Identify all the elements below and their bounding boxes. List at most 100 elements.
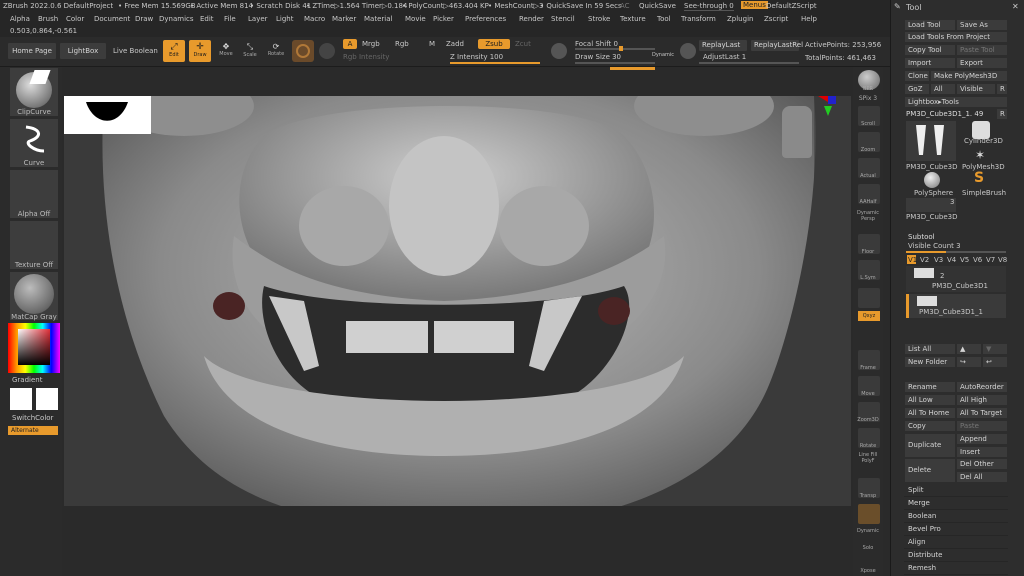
- menu-render[interactable]: Render: [519, 15, 544, 23]
- home-page-button[interactable]: Home Page: [8, 43, 56, 59]
- tool-thumb-pm3d[interactable]: [906, 121, 956, 161]
- clipcurve-brush-tile[interactable]: ClipCurve: [10, 68, 58, 116]
- see-through-slider[interactable]: See-through 0: [684, 2, 734, 10]
- clone-button[interactable]: Clone: [905, 71, 929, 81]
- all-button[interactable]: All: [931, 84, 955, 94]
- r-button[interactable]: R: [997, 84, 1007, 94]
- all-low-button[interactable]: All Low: [905, 395, 955, 405]
- menu-zplugin[interactable]: Zplugin: [727, 15, 753, 23]
- focal-shift-slider[interactable]: Focal Shift 0: [575, 40, 618, 48]
- goz-button[interactable]: GoZ: [905, 84, 929, 94]
- menu-draw[interactable]: Draw: [135, 15, 153, 23]
- quicksave-button[interactable]: QuickSave: [639, 2, 676, 10]
- subtool-row-1[interactable]: 2 PM3D_Cube3D1: [906, 266, 1006, 292]
- del-all-button[interactable]: Del All: [957, 472, 1007, 482]
- tool-thumb-pm3d-2[interactable]: [906, 198, 956, 212]
- dynamic-icon[interactable]: [858, 504, 880, 524]
- lazy-mouse-icon[interactable]: [680, 43, 696, 59]
- subtool-row-2-selected[interactable]: PM3D_Cube3D1_1: [906, 294, 1006, 318]
- all-to-target-button[interactable]: All To Target: [957, 408, 1007, 418]
- default-zscript[interactable]: DefaultZScript: [766, 2, 817, 10]
- insert-button[interactable]: Insert: [957, 447, 1007, 457]
- paste-tool-button[interactable]: Paste Tool: [957, 45, 1007, 55]
- menu-file[interactable]: File: [224, 15, 236, 23]
- switch-color-button[interactable]: SwitchColor: [12, 414, 53, 422]
- menu-alpha[interactable]: Alpha: [10, 15, 30, 23]
- zadd-toggle[interactable]: Zadd: [446, 40, 464, 48]
- export-button[interactable]: Export: [957, 58, 1007, 68]
- delete-button[interactable]: Delete: [905, 459, 955, 482]
- version-v8[interactable]: V8: [998, 256, 1007, 264]
- version-v2[interactable]: V2: [920, 256, 929, 264]
- load-tool-button[interactable]: Load Tool: [905, 20, 955, 30]
- lightbox-button[interactable]: LightBox: [60, 43, 106, 59]
- polymesh-star-icon[interactable]: ✶: [975, 148, 985, 162]
- z-intensity-slider[interactable]: Z Intensity 100: [450, 53, 503, 61]
- new-folder-button[interactable]: New Folder: [905, 357, 955, 367]
- draw-button[interactable]: ✛ Draw: [189, 40, 211, 62]
- material-swatch[interactable]: [292, 40, 314, 62]
- bevel-pro-section[interactable]: Bevel Pro: [904, 524, 1008, 536]
- current-tool-slider[interactable]: PM3D_Cube3D1_1. 49: [906, 110, 983, 118]
- version-v6[interactable]: V6: [973, 256, 982, 264]
- r2-button[interactable]: R: [997, 109, 1007, 119]
- simplebrush-thumb-icon[interactable]: S: [974, 170, 984, 186]
- menu-tool[interactable]: Tool: [657, 15, 671, 23]
- copy-tool-button[interactable]: Copy Tool: [905, 45, 955, 55]
- import-button[interactable]: Import: [905, 58, 955, 68]
- make-polymesh-button[interactable]: Make PolyMesh3D: [931, 71, 1007, 81]
- auto-reorder-button[interactable]: AutoReorder: [957, 382, 1007, 392]
- arrow-right-icon[interactable]: ↪: [957, 357, 981, 367]
- replay-last-rel-button[interactable]: ReplayLastRel: [751, 40, 803, 51]
- menu-zscript[interactable]: Zscript: [764, 15, 788, 23]
- menu-preferences[interactable]: Preferences: [465, 15, 506, 23]
- version-v7[interactable]: V7: [986, 256, 995, 264]
- menu-transform[interactable]: Transform: [681, 15, 716, 23]
- load-tools-from-project-button[interactable]: Load Tools From Project: [905, 32, 1007, 42]
- del-other-button[interactable]: Del Other: [957, 459, 1007, 469]
- move-button[interactable]: ✥ Move: [216, 40, 236, 62]
- menu-light[interactable]: Light: [276, 15, 293, 23]
- subtool-header[interactable]: Subtool: [908, 233, 935, 241]
- menu-stroke[interactable]: Stroke: [588, 15, 610, 23]
- linefill-label[interactable]: Line Fill PolyF: [853, 452, 883, 464]
- append-button[interactable]: Append: [957, 434, 1007, 444]
- alternate-button[interactable]: Alternate: [8, 426, 58, 435]
- adjust-last-track[interactable]: [699, 62, 799, 64]
- merge-section[interactable]: Merge: [904, 498, 1008, 510]
- boolean-section[interactable]: Boolean: [904, 511, 1008, 523]
- distribute-section[interactable]: Distribute: [904, 550, 1008, 562]
- color-picker[interactable]: [8, 323, 60, 373]
- curve-stroke-tile[interactable]: Curve: [10, 119, 58, 167]
- menu-marker[interactable]: Marker: [332, 15, 356, 23]
- dynamic-toggle[interactable]: Dynamic: [652, 52, 674, 58]
- zsub-toggle[interactable]: Zsub: [478, 39, 510, 49]
- split-section[interactable]: Split: [904, 485, 1008, 497]
- draw-size-track[interactable]: [575, 62, 655, 64]
- paste-subtool-button[interactable]: Paste: [957, 421, 1007, 431]
- live-boolean-button[interactable]: Live Boolean: [113, 47, 158, 55]
- version-v3[interactable]: V3: [934, 256, 943, 264]
- visible-count-slider[interactable]: Visible Count 3: [908, 242, 961, 250]
- menu-brush[interactable]: Brush: [38, 15, 58, 23]
- menus-toggle[interactable]: Menus: [741, 1, 768, 9]
- a-toggle[interactable]: A: [343, 39, 357, 49]
- menu-picker[interactable]: Picker: [433, 15, 454, 23]
- version-v4[interactable]: V4: [947, 256, 956, 264]
- rgb-toggle[interactable]: Rgb: [395, 40, 409, 48]
- focal-shift-track[interactable]: [575, 48, 655, 50]
- rotate-button[interactable]: ⟳ Rotate: [265, 40, 287, 62]
- m-toggle[interactable]: M: [429, 40, 435, 48]
- document-canvas[interactable]: [64, 96, 851, 530]
- focal-shift-handle[interactable]: [619, 46, 623, 51]
- solo-label[interactable]: Solo: [853, 545, 883, 551]
- lightbox-tools-button[interactable]: Lightbox▸Tools: [905, 97, 1007, 107]
- move-down-icon[interactable]: ▼: [983, 344, 1007, 354]
- scale-button[interactable]: ⤡ Scale: [240, 40, 260, 62]
- sculpt-viewport[interactable]: [64, 96, 851, 530]
- adjust-last-slider[interactable]: AdjustLast 1: [703, 53, 746, 61]
- lock-icon[interactable]: [858, 288, 880, 308]
- spix-label[interactable]: SPix 3: [853, 95, 883, 102]
- version-v5[interactable]: V5: [960, 256, 969, 264]
- arrow-left-icon[interactable]: ↩: [983, 357, 1007, 367]
